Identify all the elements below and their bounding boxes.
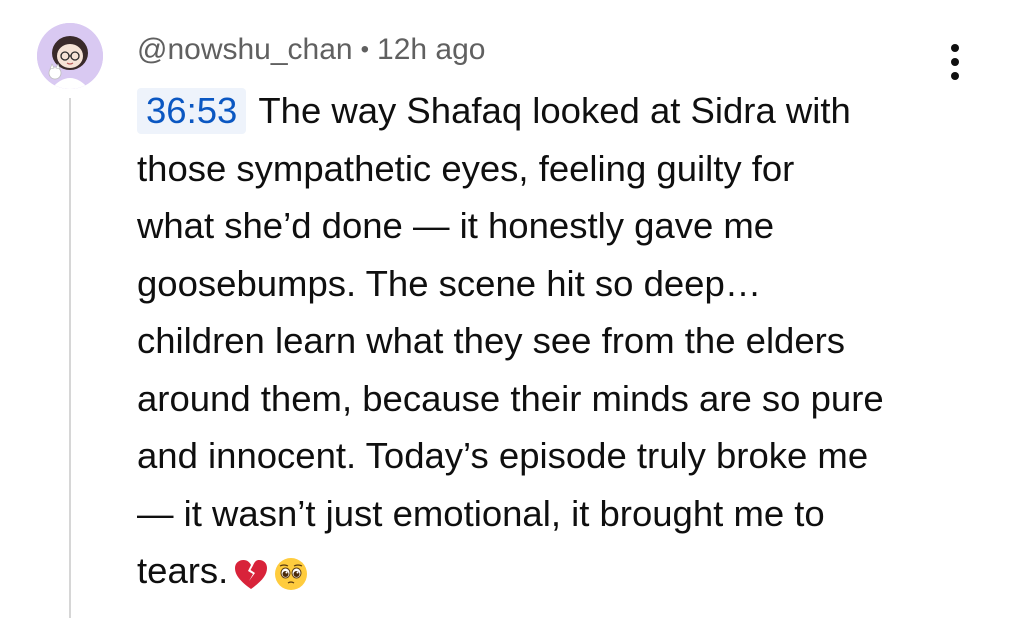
- comment-line: 36:53 The way Shafaq looked at Sidra with: [137, 82, 967, 140]
- author-handle[interactable]: @nowshu_chan: [137, 33, 353, 66]
- more-vertical-icon-dot: [951, 58, 959, 66]
- reply-thread-line: [69, 98, 71, 618]
- comment-line: those sympathetic eyes, feeling guilty f…: [137, 147, 795, 189]
- timestamp-link[interactable]: 36:53: [137, 88, 247, 134]
- more-options-button[interactable]: [940, 42, 970, 82]
- meta-separator: •: [360, 36, 370, 63]
- comment-body: 36:53 The way Shafaq looked at Sidra with…: [137, 82, 967, 600]
- pleading-face-icon: [275, 558, 308, 590]
- comment-text: tears.: [137, 550, 229, 591]
- comment-line: — it wasn’t just emotional, it brought m…: [137, 492, 825, 534]
- comment-line: children learn what they see from the el…: [137, 320, 846, 361]
- more-vertical-icon: [951, 44, 959, 52]
- broken-heart-icon: [235, 560, 268, 589]
- comment-line: what she’d done — it honestly gave me: [137, 205, 775, 246]
- comment-line: goosebumps. The scene hit so deep…: [137, 262, 762, 304]
- more-vertical-icon-dot: [951, 72, 959, 80]
- comment-meta: @nowshu_chan • 12h ago: [137, 30, 485, 70]
- comment-text: The way Shafaq looked at Sidra with: [258, 90, 851, 131]
- comment-line: and innocent. Today’s episode truly brok…: [137, 435, 869, 476]
- avatar-illustration-icon: [37, 23, 103, 89]
- comment-time: 12h ago: [377, 33, 486, 66]
- comment-item: @nowshu_chan • 12h ago 36:53 The way Shafaq…: [0, 0, 1024, 618]
- avatar[interactable]: [37, 23, 103, 89]
- comment-line-last: tears.: [137, 542, 967, 600]
- comment-line: around them, because their minds are so …: [137, 377, 884, 419]
